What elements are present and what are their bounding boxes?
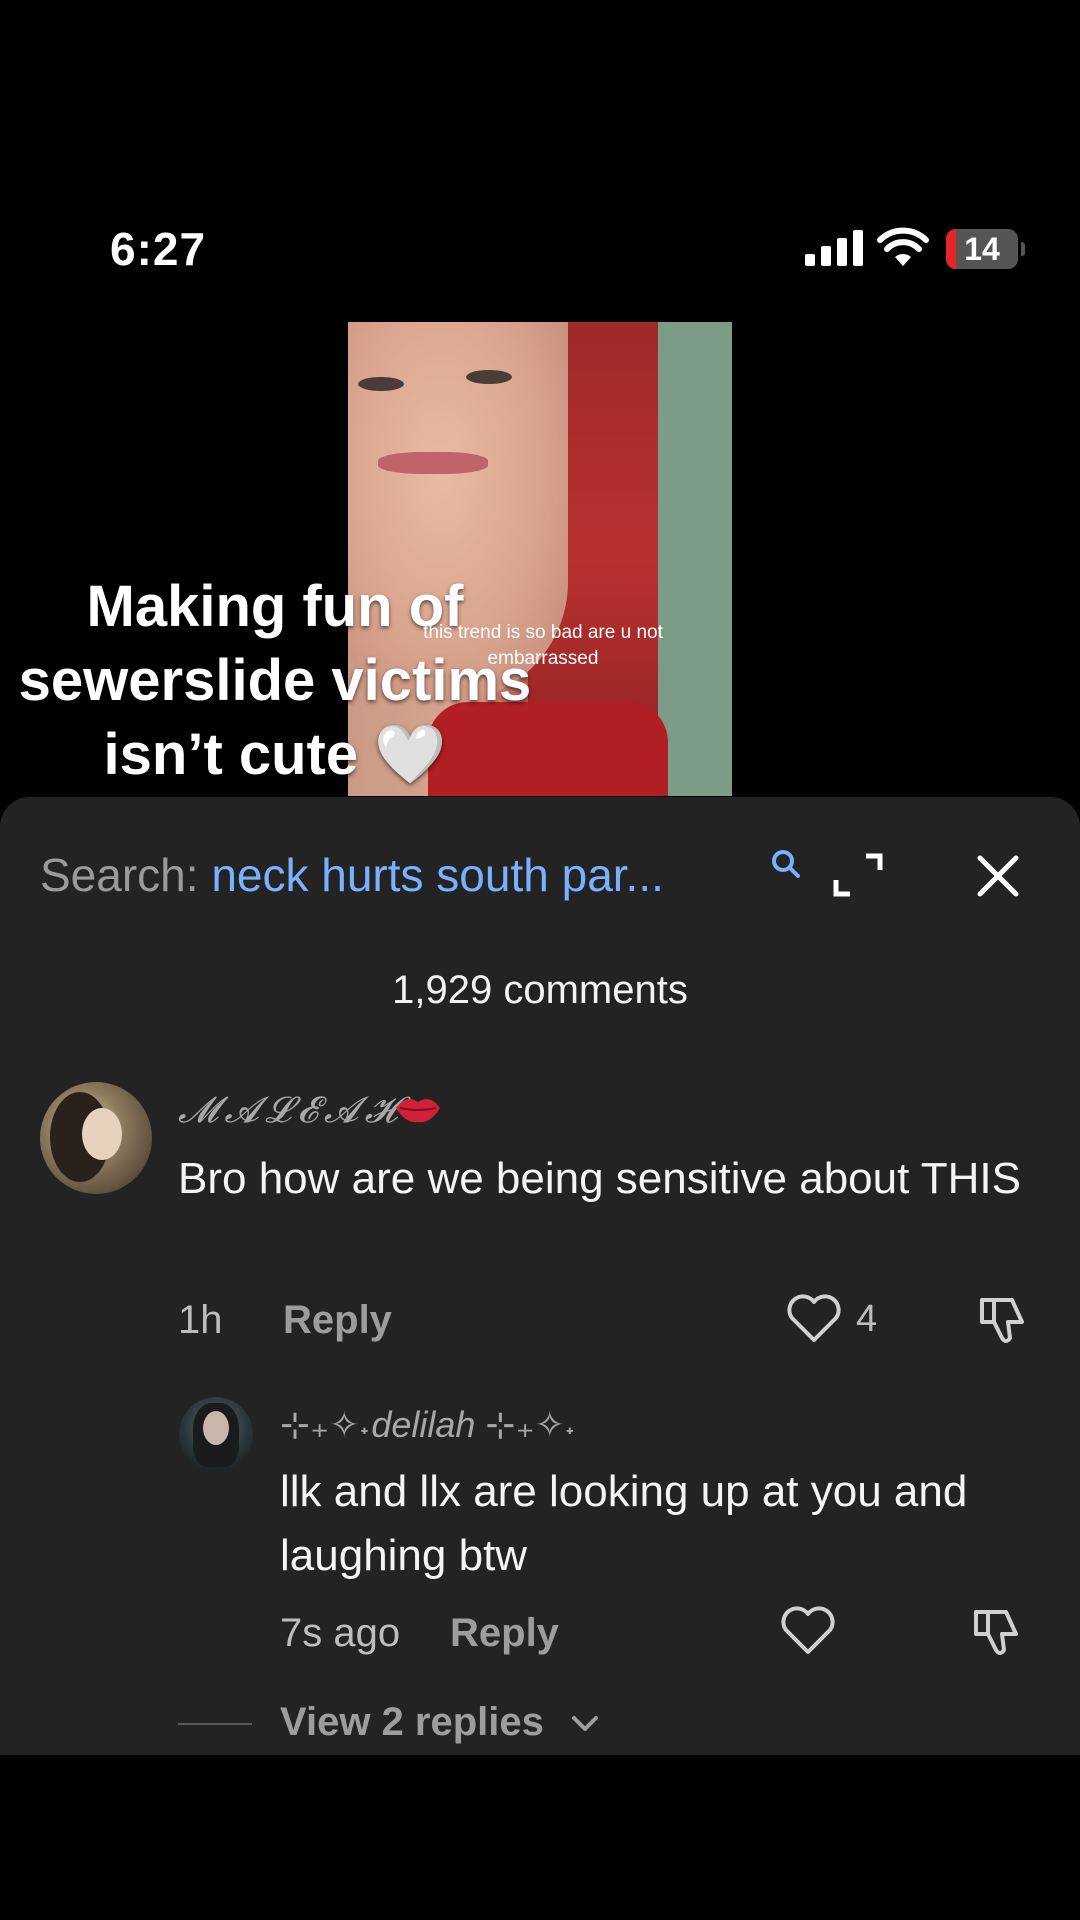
like-count: 4 — [856, 1298, 878, 1340]
comment-time: 1h — [178, 1298, 223, 1342]
close-icon[interactable] — [976, 854, 1020, 898]
search-suggestion[interactable]: Search: neck hurts south par... — [40, 848, 664, 902]
heart-icon[interactable] — [780, 1606, 836, 1656]
comment-text: Bro how are we being sensitive about THI… — [178, 1154, 1021, 1203]
video-caption-text: this trend is so bad are u not embarrass… — [423, 622, 663, 669]
status-time: 6:27 — [110, 223, 207, 275]
view-replies-button[interactable]: View 2 replies — [280, 1700, 544, 1745]
search-prefix: Search: — [40, 849, 212, 901]
comment-time: 7s ago — [280, 1611, 401, 1655]
wifi-icon — [877, 227, 929, 266]
chevron-down-icon[interactable] — [570, 1712, 600, 1734]
search-icon[interactable] — [770, 848, 802, 880]
comment-username[interactable]: 𝓜𝓐𝓛𝓔𝓐𝓗 — [178, 1090, 403, 1132]
comment-count: 1,929 comments — [392, 968, 688, 1012]
search-query-link[interactable]: neck hurts south par... — [211, 849, 664, 901]
reply-button[interactable]: Reply — [283, 1298, 392, 1343]
avatar[interactable] — [179, 1397, 253, 1471]
heart-icon[interactable] — [786, 1294, 842, 1344]
avatar[interactable] — [40, 1082, 152, 1194]
comment-text: llk and llx are looking up at you and la… — [280, 1467, 968, 1580]
replies-divider — [178, 1723, 252, 1725]
video-overlay-text: Making fun of sewerslide victims isn’t c… — [18, 574, 532, 787]
battery-indicator: 14 — [946, 229, 1026, 269]
comment-username[interactable]: ⊹₊✧˖delilah ⊹₊✧˖ — [280, 1404, 577, 1446]
dislike-icon[interactable] — [970, 1604, 1024, 1658]
dislike-icon[interactable] — [976, 1292, 1030, 1346]
battery-percent: 14 — [964, 231, 1000, 267]
reply-button[interactable]: Reply — [450, 1611, 559, 1656]
cellular-signal-icon — [805, 230, 863, 266]
expand-icon[interactable] — [832, 852, 884, 898]
lips-emoji-icon — [396, 1099, 440, 1123]
